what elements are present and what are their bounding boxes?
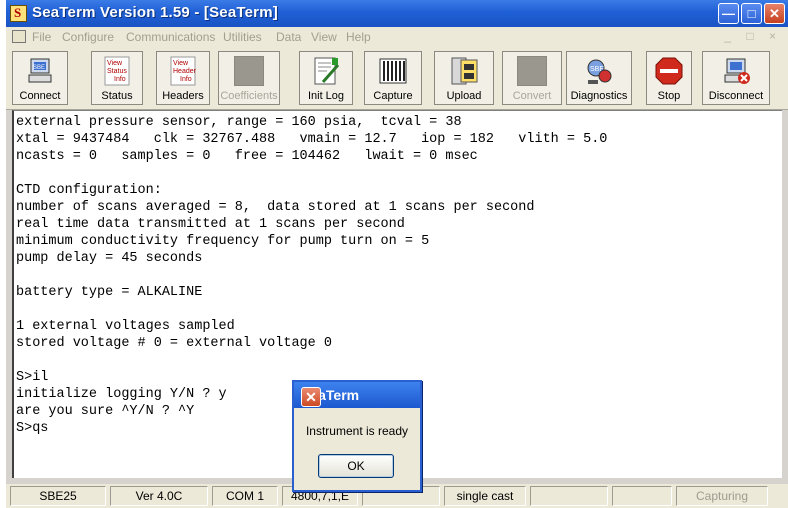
window-title: SeaTerm Version 1.59 - [SeaTerm]	[32, 4, 278, 21]
document-icon[interactable]	[12, 30, 26, 43]
disconnect-label: Disconnect	[708, 90, 764, 102]
connect-icon: SBE	[25, 56, 55, 86]
status-mode: single cast	[444, 486, 526, 506]
upload-label: Upload	[446, 90, 482, 102]
status-capturing: Capturing	[676, 486, 768, 506]
menu-utilities[interactable]: Utilities	[223, 30, 262, 44]
init-log-label: Init Log	[307, 90, 345, 102]
status-icon-status: Status	[107, 68, 127, 75]
dialog-title-bar[interactable]: SeaTerm ✕	[294, 382, 420, 408]
menu-data[interactable]: Data	[276, 30, 301, 44]
status-blank	[612, 486, 672, 506]
diagnostics-button[interactable]: SBE Diagnostics	[566, 51, 632, 105]
convert-label: Convert	[512, 90, 552, 102]
upload-icon	[449, 56, 479, 86]
coefficients-label: Coefficients	[220, 90, 278, 102]
headers-icon-view: View	[173, 60, 189, 67]
view-status-info-icon: View Status Info	[102, 56, 132, 86]
disconnect-button[interactable]: Disconnect	[702, 51, 770, 105]
menu-configure[interactable]: Configure	[62, 30, 114, 44]
status-icon-view: View	[107, 60, 123, 67]
close-button[interactable]: ✕	[764, 3, 785, 24]
terminal-line: real time data transmitted at 1 scans pe…	[16, 217, 405, 232]
terminal-line: initialize logging Y/N ? y	[16, 387, 227, 402]
terminal-line: number of scans averaged = 8, data store…	[16, 200, 535, 215]
diagnostics-label: Diagnostics	[570, 90, 628, 102]
minimize-button[interactable]: —	[718, 3, 739, 24]
connect-button[interactable]: SBE Connect	[12, 51, 68, 105]
headers-button[interactable]: View Header Info Headers	[156, 51, 210, 105]
menu-file[interactable]: File	[32, 30, 51, 44]
convert-icon	[517, 56, 547, 86]
terminal-line: S>il	[16, 370, 49, 385]
message-dialog: SeaTerm ✕ Instrument is ready OK	[292, 380, 422, 492]
terminal-line: xtal = 9437484 clk = 32767.488 vmain = 1…	[16, 132, 608, 147]
dialog-message: Instrument is ready	[305, 424, 409, 438]
stop-button[interactable]: Stop	[646, 51, 692, 105]
init-log-button[interactable]: Init Log	[299, 51, 353, 105]
headers-icon-info: Info	[180, 76, 192, 83]
terminal-line: pump delay = 45 seconds	[16, 251, 203, 266]
menu-communications[interactable]: Communications	[126, 30, 215, 44]
status-version: Ver 4.0C	[110, 486, 208, 506]
terminal-line: minimum conductivity frequency for pump …	[16, 234, 430, 249]
view-header-info-icon: View Header Info	[168, 56, 198, 86]
ok-button[interactable]: OK	[318, 454, 394, 478]
toolbar: SBE Connect View Status Info Status View He…	[6, 47, 788, 110]
status-button[interactable]: View Status Info Status	[91, 51, 143, 105]
status-instrument: SBE25	[10, 486, 106, 506]
terminal-line: are you sure ^Y/N ? ^Y	[16, 404, 195, 419]
init-log-icon	[311, 56, 341, 86]
terminal-line: external pressure sensor, range = 160 ps…	[16, 115, 462, 130]
dialog-close-button[interactable]: ✕	[301, 387, 321, 407]
seaterm-app-icon[interactable]	[10, 5, 27, 22]
status-icon-info: Info	[114, 76, 126, 83]
connect-icon-sbe: SBE	[33, 65, 45, 71]
headers-label: Headers	[162, 90, 204, 102]
coefficients-icon	[234, 56, 264, 86]
menu-help[interactable]: Help	[346, 30, 371, 44]
terminal-line: CTD configuration:	[16, 183, 162, 198]
upload-button[interactable]: Upload	[434, 51, 494, 105]
diagnostics-icon: SBE	[584, 56, 614, 86]
terminal-line: S>qs	[16, 421, 49, 436]
capture-label: Capture	[373, 90, 413, 102]
terminal-line: battery type = ALKALINE	[16, 285, 203, 300]
coefficients-button[interactable]: Coefficients	[218, 51, 280, 105]
terminal-line: ncasts = 0 samples = 0 free = 104462 lwa…	[16, 149, 478, 164]
convert-button[interactable]: Convert	[502, 51, 562, 105]
headers-icon-header: Header	[173, 68, 197, 75]
stop-icon	[654, 56, 684, 86]
status-blank	[530, 486, 608, 506]
status-label: Status	[101, 90, 133, 102]
maximize-button[interactable]: □	[741, 3, 762, 24]
terminal-line: 1 external voltages sampled	[16, 319, 235, 334]
mdi-window-controls[interactable]: _ □ ×	[724, 29, 782, 43]
app-window: SeaTerm Version 1.59 - [SeaTerm] — □ ✕ F…	[6, 0, 788, 508]
stop-label: Stop	[657, 90, 681, 102]
status-port: COM 1	[212, 486, 278, 506]
menu-bar: File Configure Communications Utilities …	[6, 27, 788, 47]
connect-label: Connect	[19, 90, 61, 102]
capture-button[interactable]: Capture	[364, 51, 422, 105]
disconnect-icon	[721, 56, 751, 86]
title-bar[interactable]: SeaTerm Version 1.59 - [SeaTerm] — □ ✕	[6, 0, 788, 27]
capture-icon	[378, 56, 408, 86]
menu-view[interactable]: View	[311, 30, 337, 44]
terminal-line: stored voltage # 0 = external voltage 0	[16, 336, 332, 351]
